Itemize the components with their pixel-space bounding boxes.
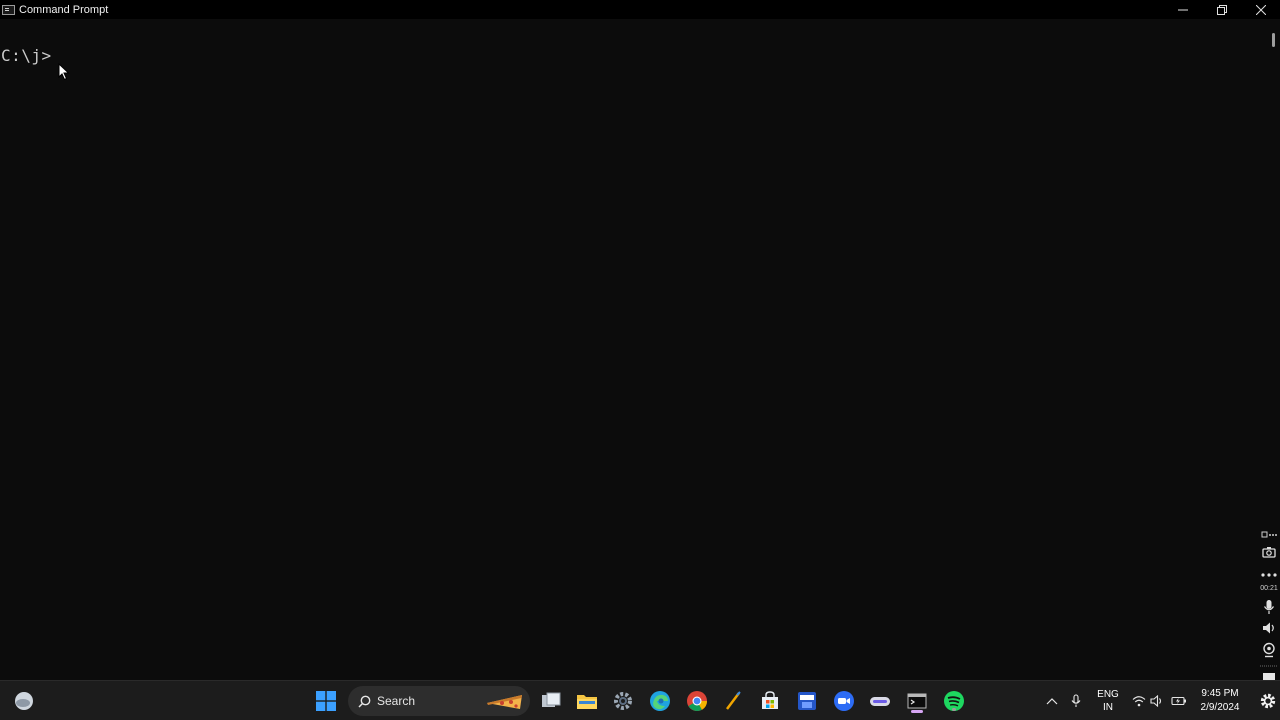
taskbar-dev-home[interactable] [795, 689, 819, 713]
windows-logo-icon [316, 691, 336, 711]
taskbar-terminal[interactable] [905, 689, 929, 713]
search-highlight-pizza-icon [487, 695, 522, 709]
command-prompt-app-icon[interactable] [2, 4, 15, 15]
weather-cloud-icon [15, 692, 33, 710]
microphone-button[interactable] [1258, 598, 1280, 616]
task-view-icon [542, 692, 561, 707]
running-indicator [952, 708, 956, 711]
recorder-panel: 00:21 [1258, 528, 1280, 682]
recording-timer: 00:21 [1258, 583, 1280, 593]
taskbar-chrome[interactable] [685, 689, 709, 713]
clock-time: 9:45 PM [1201, 688, 1239, 699]
wifi-icon [1132, 696, 1146, 707]
volume-icon [1150, 695, 1162, 707]
taskbar-pen-app[interactable] [721, 689, 745, 713]
edge-icon [650, 691, 670, 711]
microphone-icon [1264, 600, 1274, 614]
scrollbar-thumb[interactable] [1272, 33, 1275, 47]
restore-button[interactable] [1202, 0, 1241, 19]
taskbar-zoom[interactable] [832, 689, 856, 713]
close-button[interactable] [1241, 0, 1280, 19]
command-prompt-line: C:\j> [1, 46, 52, 65]
search-icon [358, 695, 371, 708]
screenshot-button[interactable] [1258, 544, 1280, 560]
minimize-icon [1177, 9, 1188, 10]
zoom-icon [834, 691, 854, 711]
weather-widget[interactable] [13, 690, 35, 712]
search-label: Search [377, 694, 416, 708]
language-code: ENG [1097, 689, 1119, 700]
chrome-icon [687, 691, 708, 711]
active-window-indicator [911, 710, 923, 713]
input-language-indicator[interactable]: ENG IN [1094, 688, 1122, 714]
show-hidden-icons-button[interactable] [1040, 689, 1064, 713]
taskbar-settings[interactable] [611, 689, 635, 713]
recorder-pin-icon [1261, 531, 1277, 538]
camera-icon [1262, 547, 1276, 558]
recorder-settings-button[interactable] [1256, 689, 1280, 713]
close-icon [1255, 4, 1266, 15]
settings-icon [614, 692, 632, 710]
system-audio-button[interactable] [1258, 620, 1280, 636]
recorder-menu[interactable] [1258, 530, 1280, 540]
file-explorer-icon [577, 695, 597, 709]
battery-charging-icon [1171, 696, 1186, 706]
start-button[interactable] [314, 689, 338, 713]
microsoft-store-icon [762, 691, 778, 709]
battery-status[interactable] [1167, 689, 1191, 713]
taskbar-spotify[interactable] [942, 689, 966, 713]
volume-status[interactable] [1145, 689, 1169, 713]
recording-timer-text: 00:21 [1260, 584, 1278, 592]
language-region: IN [1103, 702, 1113, 713]
console-area[interactable]: C:\j> [0, 19, 1264, 680]
recorder-divider [1258, 665, 1280, 667]
webcam-button[interactable] [1258, 642, 1280, 658]
clock-date: 2/9/2024 [1200, 702, 1240, 713]
restore-icon [1216, 4, 1227, 15]
window-title: Command Prompt [19, 3, 109, 16]
microphone-icon [1071, 694, 1081, 707]
gear-icon [1260, 693, 1276, 709]
pen-app-icon [726, 691, 741, 710]
taskbar-task-view[interactable] [539, 689, 563, 713]
webcam-icon [1263, 642, 1275, 658]
taskbar-edge[interactable] [648, 689, 672, 713]
tray-microphone-button[interactable] [1064, 689, 1088, 713]
minimize-button[interactable] [1163, 0, 1202, 19]
taskbar: Search ENG IN 9:45 PM 2/9/2024 [0, 680, 1280, 720]
taskbar-microsoft-store[interactable] [758, 689, 782, 713]
taskbar-search[interactable]: Search [348, 686, 530, 716]
keyboard-app-icon [870, 697, 890, 706]
taskbar-file-explorer[interactable] [575, 689, 599, 713]
terminal-icon [907, 693, 927, 709]
chevron-up-icon [1046, 698, 1058, 705]
dev-home-icon [798, 692, 816, 710]
window-controls [1163, 0, 1280, 19]
clock[interactable]: 9:45 PM 2/9/2024 [1192, 687, 1248, 715]
more-icon [1261, 573, 1277, 577]
taskbar-keyboard-app[interactable] [868, 689, 892, 713]
more-options-button[interactable] [1258, 568, 1280, 582]
mouse-cursor-icon [58, 63, 70, 81]
title-bar[interactable]: Command Prompt [0, 0, 1280, 19]
speaker-icon [1263, 622, 1274, 634]
